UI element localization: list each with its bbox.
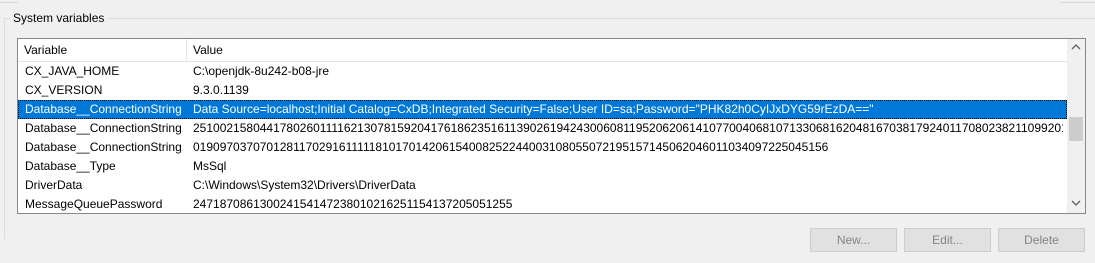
variable-name: Database__ConnectionString... xyxy=(25,121,183,135)
variable-name: Database__ConnectionString xyxy=(25,102,182,116)
scroll-down-arrow-icon[interactable] xyxy=(1067,196,1085,213)
variable-value: Data Source=localhost;Initial Catalog=Cx… xyxy=(193,102,874,116)
list-header: Variable Value xyxy=(18,39,1067,62)
variable-name: CX_VERSION xyxy=(25,83,103,97)
group-title: System variables xyxy=(10,11,108,25)
variable-value: C:\openjdk-8u242-b08-jre xyxy=(193,64,330,78)
vertical-scrollbar[interactable] xyxy=(1067,39,1085,213)
variable-value: 2471870861300241541472380102162511541372… xyxy=(193,197,513,211)
variable-value: 0190970370701281170291611111810170142061… xyxy=(193,140,829,154)
new-button[interactable]: New... xyxy=(810,228,897,252)
table-row[interactable]: MessageQueuePassword 2471870861300241541… xyxy=(18,195,1067,213)
edit-button[interactable]: Edit... xyxy=(904,228,991,252)
variable-name: MessageQueuePassword xyxy=(25,197,163,211)
variable-name: CX_JAVA_HOME xyxy=(25,64,120,78)
table-row[interactable]: Database__ConnectionString... 0190970370… xyxy=(18,138,1067,157)
variable-value: MsSql xyxy=(193,159,227,173)
table-row[interactable]: DriverData C:\Windows\System32\Drivers\D… xyxy=(18,176,1067,195)
variable-name: Database__ConnectionString... xyxy=(25,140,183,154)
variable-value: 2510021580441780260111162130781592041761… xyxy=(193,121,1063,135)
column-header-variable[interactable]: Variable xyxy=(18,39,187,61)
table-row[interactable]: CX_JAVA_HOME C:\openjdk-8u242-b08-jre xyxy=(18,62,1067,81)
variable-name: Database__Type xyxy=(25,159,116,173)
column-header-value[interactable]: Value xyxy=(187,39,1067,61)
variable-value: 9.3.0.1139 xyxy=(193,83,249,97)
variable-value: C:\Windows\System32\Drivers\DriverData xyxy=(193,178,416,192)
top-separator xyxy=(0,0,1095,4)
list-rows: CX_JAVA_HOME C:\openjdk-8u242-b08-jre CX… xyxy=(18,62,1067,213)
scrollbar-thumb[interactable] xyxy=(1069,117,1083,141)
table-row-selected[interactable]: Database__ConnectionString Data Source=l… xyxy=(18,100,1067,119)
table-row[interactable]: Database__ConnectionString... 2510021580… xyxy=(18,119,1067,138)
table-row[interactable]: CX_VERSION 9.3.0.1139 xyxy=(18,81,1067,100)
table-row[interactable]: Database__Type MsSql xyxy=(18,157,1067,176)
system-variables-list[interactable]: Variable Value CX_JAVA_HOME C:\openjdk-8… xyxy=(17,38,1086,214)
delete-button[interactable]: Delete xyxy=(998,228,1085,252)
scroll-up-arrow-icon[interactable] xyxy=(1067,39,1085,56)
variable-name: DriverData xyxy=(25,178,83,192)
